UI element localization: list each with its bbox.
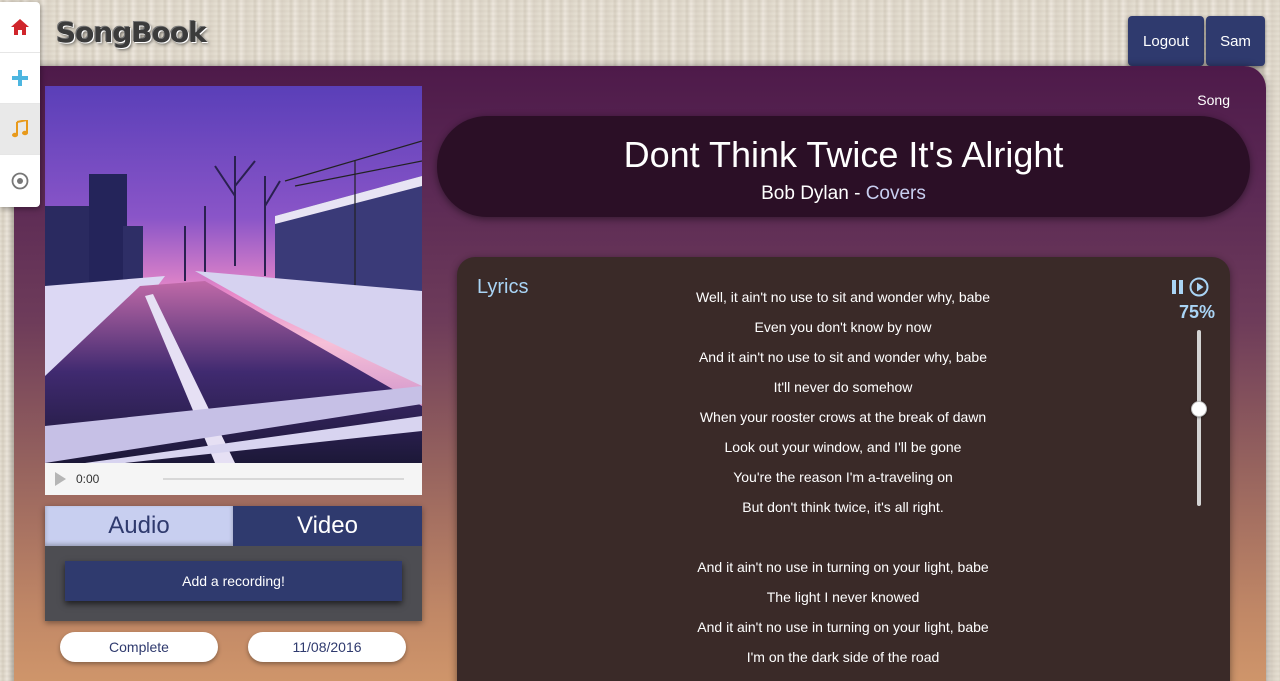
lyric-line: Well, it ain't no use to sit and wonder … (696, 289, 990, 305)
music-note-icon (12, 120, 28, 138)
logout-button[interactable]: Logout (1128, 16, 1204, 66)
side-nav (0, 2, 40, 207)
status-badge: Complete (60, 632, 218, 662)
pause-icon[interactable] (1171, 279, 1185, 295)
play-circle-icon[interactable] (1189, 277, 1209, 297)
subtitle-separator: - (848, 183, 866, 204)
lyrics-panel: Lyrics Well, it ain't no use to sit and … (457, 257, 1230, 681)
scroll-speed-value: 75% (1179, 302, 1216, 322)
lyrics-heading: Lyrics (477, 276, 529, 298)
play-icon[interactable] (55, 472, 66, 486)
lyric-line: I'm on the dark side of the road (746, 649, 940, 665)
record-icon (11, 172, 29, 189)
user-button[interactable]: Sam (1206, 16, 1265, 66)
nav-songs-button[interactable] (0, 104, 40, 155)
scroll-speed-thumb[interactable] (1191, 401, 1207, 418)
plus-icon (12, 70, 28, 86)
song-category-link[interactable]: Covers (866, 183, 926, 204)
song-title: Dont Think Twice It's Alright (623, 134, 1064, 175)
audio-player: 0:00 (45, 463, 422, 495)
lyric-line: Look out your window, and I'll be gone (724, 439, 962, 455)
nav-home-button[interactable] (0, 2, 40, 53)
lyric-line: The light I never knowed (766, 589, 920, 605)
scroll-speed-slider[interactable] (1197, 330, 1201, 506)
nav-add-button[interactable] (0, 53, 40, 104)
lyric-line: You're the reason I'm a-traveling on (733, 469, 953, 485)
lyric-line: It'll never do somehow (773, 379, 913, 395)
lyric-line: When your rooster crows at the break of … (699, 409, 987, 425)
lyric-line: But I wish there was somethin' you would… (577, 672, 1109, 681)
song-artist: Bob Dylan (761, 183, 849, 204)
lyrics-text: Well, it ain't no use to sit and wonder … (577, 282, 1109, 681)
lyric-line: But don't think twice, it's all right. (742, 499, 944, 515)
date-badge: 11/08/2016 (248, 632, 406, 662)
audio-time: 0:00 (76, 472, 100, 486)
home-icon (11, 19, 29, 35)
lyric-line: And it ain't no use in turning on your l… (697, 559, 989, 575)
lyric-line: And it ain't no use to sit and wonder wh… (698, 349, 988, 365)
lyric-line (577, 522, 1109, 552)
album-art-image (45, 86, 422, 463)
nav-record-button[interactable] (0, 155, 40, 206)
add-recording-button[interactable]: Add a recording! (65, 561, 402, 601)
app-logo[interactable]: SongBook (56, 16, 207, 49)
media-box: Audio Video Add a recording! (45, 506, 422, 621)
lyric-line: And it ain't no use in turning on your l… (697, 619, 989, 635)
section-label: Song (1197, 92, 1230, 108)
audio-progress-track[interactable] (163, 478, 404, 480)
song-header: Dont Think Twice It's Alright Bob Dylan … (437, 116, 1250, 217)
tab-video[interactable]: Video (233, 506, 422, 546)
lyric-line: Even you don't know by now (754, 319, 932, 335)
tab-audio[interactable]: Audio (45, 506, 233, 546)
song-subtitle: Bob Dylan - Covers (437, 183, 1250, 205)
